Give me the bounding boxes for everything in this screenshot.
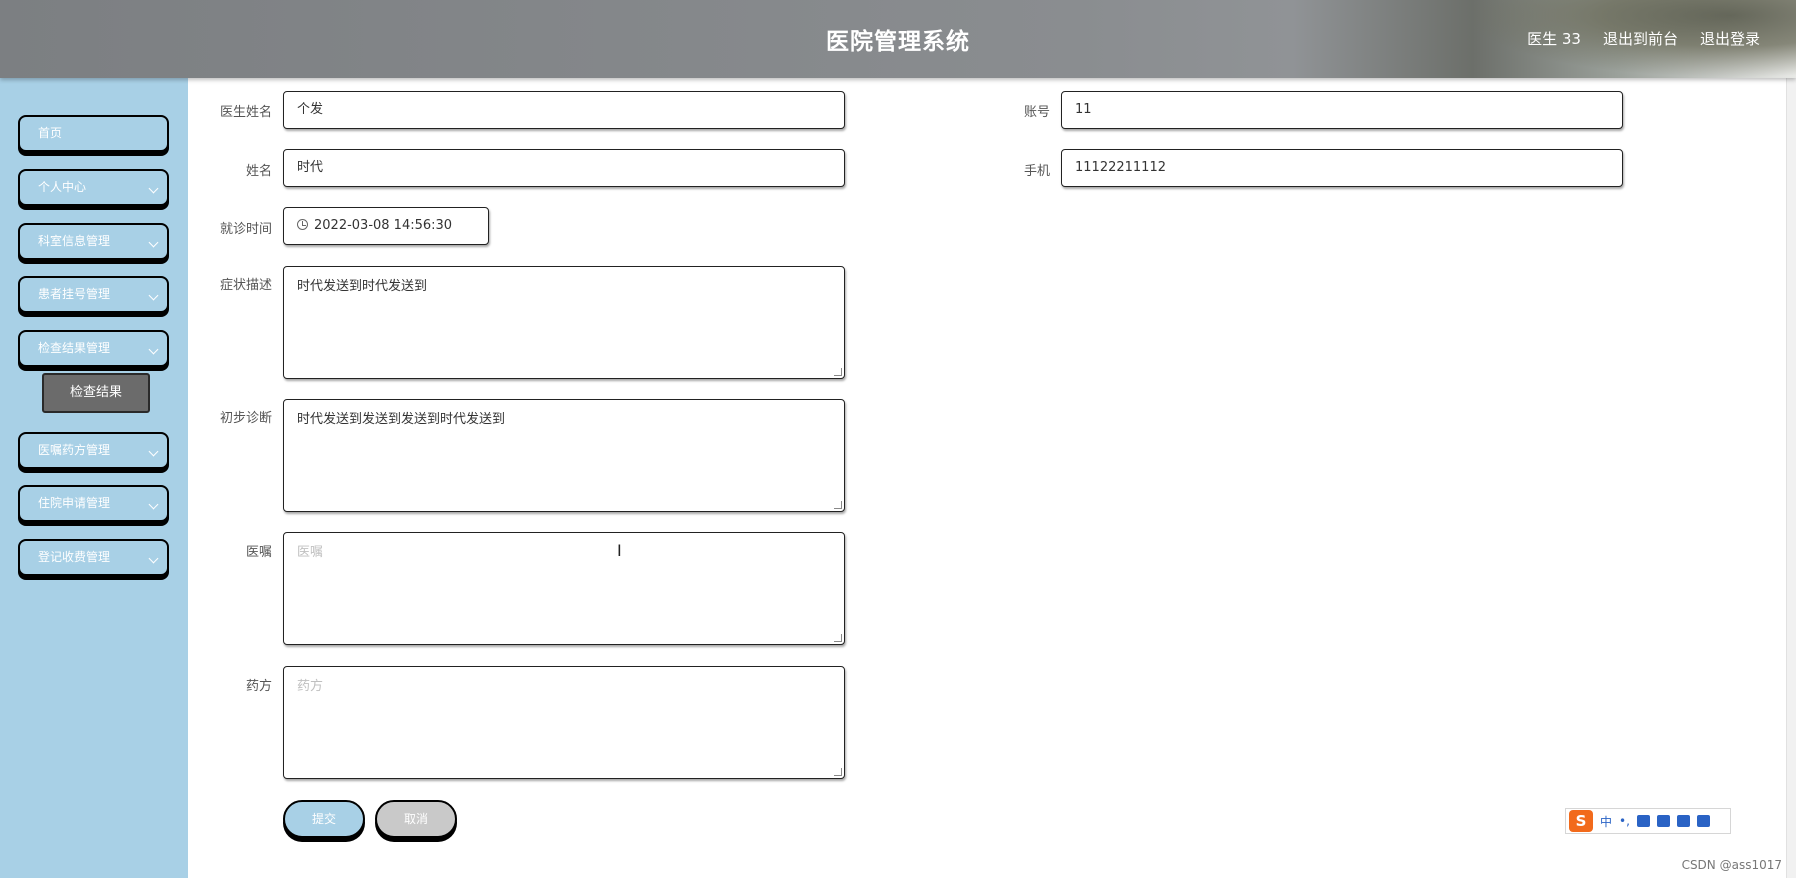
ime-toolbar[interactable]: S 中 •, [1565,808,1731,834]
chevron-down-icon [148,183,159,194]
watermark: CSDN @ass1017 [1681,858,1782,872]
chevron-down-icon [148,499,159,510]
advice-placeholder: 医嘱 [297,545,324,560]
text-cursor-icon: I [617,541,622,560]
punctuation-toggle[interactable]: •, [1619,814,1630,828]
logout-link[interactable]: 退出登录 [1700,28,1760,49]
diagnosis-textarea[interactable]: 时代发送到发送到发送到时代发送到 [283,399,845,512]
name-label: 姓名 [245,164,272,179]
cancel-button[interactable]: 取消 [375,800,457,838]
sidebar-item-department-management[interactable]: 科室信息管理 [18,223,169,260]
chevron-down-icon [148,446,159,457]
sidebar-item-registration-management[interactable]: 患者挂号管理 [18,276,169,313]
doctor-name-field[interactable]: 个发 [283,91,845,129]
sidebar-subitem-exam-results[interactable]: 检查结果 [42,373,150,413]
main-form: 医生姓名 个发 账号 11 姓名 时代 手机 11122211112 就诊时间 … [188,78,1786,878]
sidebar-item-exam-results-management[interactable]: 检查结果管理 [18,330,169,367]
resize-handle-icon[interactable] [834,501,842,509]
sidebar-item-hospitalization-management[interactable]: 住院申请管理 [18,485,169,522]
submit-button[interactable]: 提交 [283,800,365,838]
sidebar-item-home[interactable]: 首页 [18,115,169,152]
sidebar-item-label: 个人中心 [38,180,87,194]
account-label: 账号 [1023,105,1050,120]
visit-time-value: 2022-03-08 14:56:30 [314,218,453,233]
chevron-down-icon [148,553,159,564]
toolbox-icon[interactable] [1696,815,1710,827]
sidebar-item-billing-management[interactable]: 登记收费管理 [18,539,169,576]
prescription-placeholder: 药方 [297,679,324,694]
top-header: 医院管理系统 医生 33 退出到前台 退出登录 [0,0,1796,78]
symptoms-value: 时代发送到时代发送到 [297,279,428,294]
diagnosis-value: 时代发送到发送到发送到时代发送到 [297,412,506,427]
page-scrollbar[interactable] [1786,78,1796,878]
symptoms-textarea[interactable]: 时代发送到时代发送到 [283,266,845,379]
clock-icon [297,219,308,230]
sidebar-item-label: 登记收费管理 [38,550,111,564]
phone-label: 手机 [1023,164,1050,179]
advice-label: 医嘱 [245,545,272,560]
phone-field[interactable]: 11122211112 [1061,149,1623,187]
ime-mode-toggle[interactable]: 中 [1600,813,1612,830]
name-field[interactable]: 时代 [283,149,845,187]
prescription-label: 药方 [245,679,272,694]
sidebar-item-label: 科室信息管理 [38,234,111,248]
chevron-down-icon [148,290,159,301]
exit-to-front-link[interactable]: 退出到前台 [1603,28,1678,49]
sidebar-item-label: 检查结果管理 [38,341,111,355]
header-nav: 医生 33 退出到前台 退出登录 [1527,28,1760,49]
skin-icon[interactable] [1676,815,1690,827]
chevron-down-icon [148,237,159,248]
keyboard-icon[interactable] [1656,815,1670,827]
sidebar-item-label: 医嘱药方管理 [38,443,111,457]
sidebar-item-prescription-management[interactable]: 医嘱药方管理 [18,432,169,469]
sidebar-item-personal-center[interactable]: 个人中心 [18,169,169,206]
resize-handle-icon[interactable] [834,768,842,776]
diagnosis-label: 初步诊断 [219,411,272,426]
sogou-logo-icon[interactable]: S [1569,810,1593,832]
resize-handle-icon[interactable] [834,368,842,376]
doctor-name-label: 医生姓名 [219,105,272,120]
chevron-down-icon [148,344,159,355]
account-field[interactable]: 11 [1061,91,1623,129]
visit-time-label: 就诊时间 [219,222,272,237]
visit-time-picker[interactable]: 2022-03-08 14:56:30 [283,207,489,245]
sidebar-item-label: 患者挂号管理 [38,287,111,301]
advice-textarea[interactable]: 医嘱 [283,532,845,645]
microphone-icon[interactable] [1636,815,1650,827]
sidebar-item-label: 首页 [38,126,63,140]
sidebar-item-label: 住院申请管理 [38,496,111,510]
current-user-label[interactable]: 医生 33 [1527,28,1581,49]
symptoms-label: 症状描述 [219,278,272,293]
prescription-textarea[interactable]: 药方 [283,666,845,779]
sidebar: 首页 个人中心 科室信息管理 患者挂号管理 检查结果管理 检查结果 医嘱药方管理… [0,78,188,878]
resize-handle-icon[interactable] [834,634,842,642]
